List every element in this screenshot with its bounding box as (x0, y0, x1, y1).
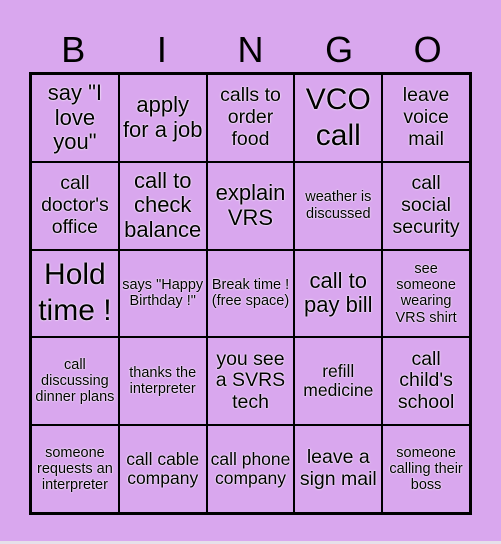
bingo-cell[interactable]: apply for a job (118, 74, 207, 162)
bingo-cell[interactable]: call to check balance (118, 161, 207, 250)
bingo-cell[interactable]: refill medicine (294, 337, 383, 426)
header-letter-i: I (156, 29, 167, 70)
bingo-cell[interactable]: leave voice mail (382, 74, 470, 162)
bingo-card: say "I love you" apply for a job calls t… (29, 72, 472, 515)
bingo-cell[interactable]: you see a SVRS tech (206, 337, 295, 426)
bingo-cell[interactable]: leave a sign mail (294, 425, 383, 513)
header-letter-g: G (325, 29, 354, 70)
bingo-cell[interactable]: call doctor's office (31, 161, 119, 250)
bingo-cell[interactable]: VCO call (294, 74, 383, 162)
bingo-header: B I N G O (29, 28, 472, 72)
bingo-cell[interactable]: Hold time ! (31, 249, 119, 338)
bingo-cell[interactable]: call social security (382, 161, 470, 250)
bingo-cell[interactable]: call to pay bill (294, 249, 383, 338)
bingo-cell[interactable]: thanks the interpreter (118, 337, 207, 426)
bingo-cell[interactable]: calls to order food (206, 74, 295, 162)
bingo-cell[interactable]: someone requests an interpreter (31, 425, 119, 513)
free-space-cell[interactable]: Break time ! (free space) (206, 249, 295, 338)
bingo-cell[interactable]: weather is discussed (294, 161, 383, 250)
bingo-cell[interactable]: call discussing dinner plans (31, 337, 119, 426)
bingo-cell[interactable]: explain VRS (206, 161, 295, 250)
bingo-cell[interactable]: call phone company (206, 425, 295, 513)
bingo-cell[interactable]: call child's school (382, 337, 470, 426)
header-letter-n: N (237, 29, 264, 70)
bingo-cell[interactable]: says "Happy Birthday !" (118, 249, 207, 338)
bingo-cell[interactable]: say "I love you" (31, 74, 119, 162)
bingo-cell[interactable]: call cable company (118, 425, 207, 513)
header-letter-o: O (413, 29, 442, 70)
bingo-cell[interactable]: see someone wearing VRS shirt (382, 249, 470, 338)
header-letter-b: B (61, 29, 86, 70)
bingo-cell[interactable]: someone calling their boss (382, 425, 470, 513)
